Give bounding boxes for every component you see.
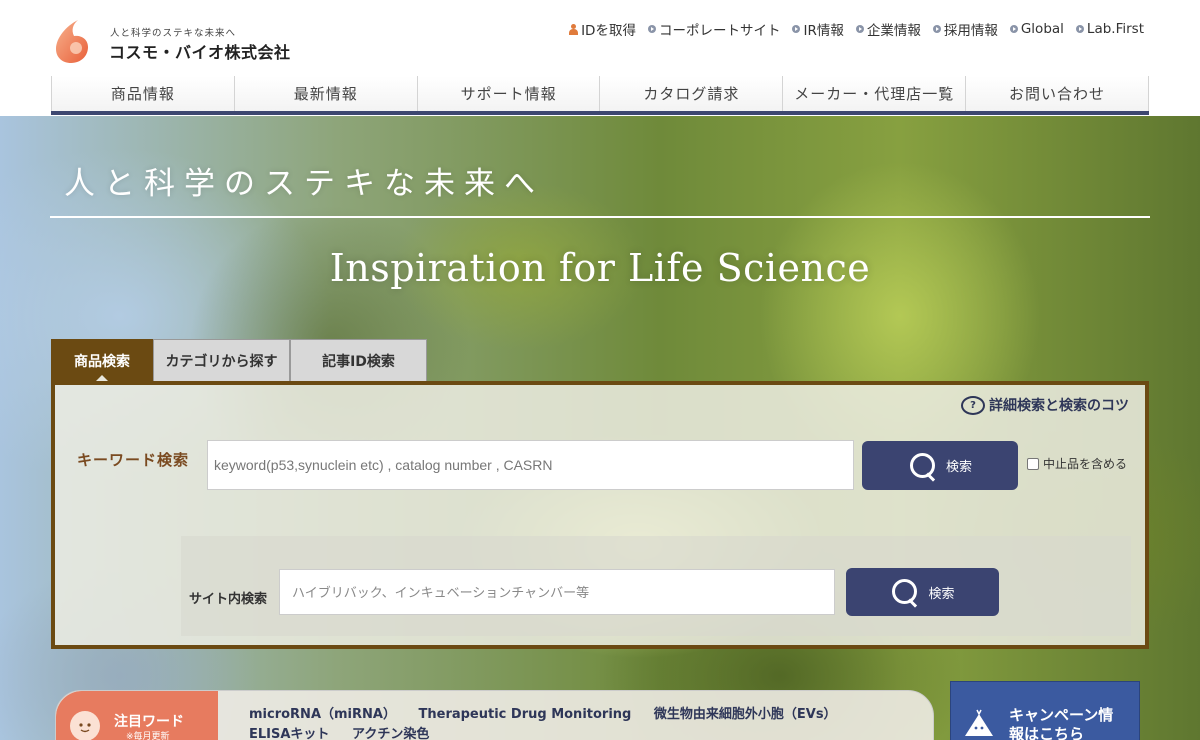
arrow-bullet-icon [647, 25, 656, 33]
hot-word-link[interactable]: 微生物由来細胞外小胞（EVs） [654, 705, 837, 725]
nav-item-contact[interactable]: お問い合わせ [965, 76, 1149, 111]
arrow-bullet-icon [1009, 25, 1018, 33]
include-discontinued-checkbox[interactable]: 中止品を含める [1027, 455, 1127, 472]
hot-word-link[interactable]: microRNA（miRNA） [249, 705, 396, 725]
campaign-banner[interactable]: キャンペーン情 報はこちら [950, 681, 1140, 740]
hot-words-title: 注目ワード [114, 714, 184, 730]
campaign-label: キャンペーン情 報はこちら [1009, 706, 1113, 740]
util-link-corporate[interactable]: コーポレートサイト [647, 19, 781, 39]
company-name: コスモ・バイオ株式会社 [109, 43, 291, 62]
util-link-get-id[interactable]: IDを取得 [569, 19, 636, 39]
site-search-input[interactable] [279, 569, 835, 615]
util-link-labfirst[interactable]: Lab.First [1075, 19, 1144, 39]
util-link-ir[interactable]: IR情報 [792, 19, 844, 39]
site-search-button-label: 検索 [928, 586, 955, 602]
hot-word-link[interactable]: ELISAキット [249, 725, 329, 740]
site-search-label: サイト内検索 [189, 592, 268, 607]
search-icon [908, 451, 938, 481]
nav-item-products[interactable]: 商品情報 [51, 76, 234, 111]
hot-word-link[interactable]: Therapeutic Drug Monitoring [419, 705, 632, 725]
logo-mark-icon [56, 20, 88, 63]
hero-tagline: 人と科学のステキな未来へ [64, 166, 544, 202]
hero-title: Inspiration for Life Science [329, 246, 871, 290]
search-tips-link[interactable]: ? 詳細検索と検索のコツ [961, 395, 1129, 415]
hot-words-badge: 注目ワード ※毎月更新 [56, 691, 218, 740]
keyword-search-button-label: 検索 [945, 460, 972, 475]
search-tabs: 商品検索 カテゴリから探す 記事ID検索 [51, 339, 427, 382]
campaign-label-line: キャンペーン情 [1009, 706, 1114, 724]
arrow-bullet-icon [792, 25, 801, 33]
nav-item-catalog[interactable]: カタログ請求 [599, 76, 783, 111]
hot-words-list: microRNA（miRNA） Therapeutic Drug Monitor… [249, 705, 929, 740]
campaign-label-line: 報はこちら [1009, 725, 1085, 740]
arrow-bullet-icon [855, 25, 864, 33]
search-panel: ? 詳細検索と検索のコツ キーワード検索 検索 中止品を含める サイト内検索 検… [51, 381, 1149, 649]
hero-banner: 人と科学のステキな未来へ Inspiration for Life Scienc… [0, 116, 1200, 740]
keyword-search-input[interactable] [207, 440, 854, 490]
help-icon: ? [961, 395, 985, 415]
include-discontinued-label: 中止品を含める [1043, 457, 1128, 471]
site-search-button[interactable]: 検索 [846, 568, 999, 616]
util-link-label: コーポレートサイト [658, 23, 781, 39]
util-link-label: 採用情報 [943, 23, 998, 39]
util-link-company[interactable]: 企業情報 [855, 19, 921, 39]
mascot-face-icon [70, 711, 100, 740]
hero-divider [50, 216, 1150, 218]
person-icon [569, 23, 579, 35]
util-link-label: IDを取得 [581, 23, 636, 39]
hot-word-link[interactable]: アクチン染色 [352, 725, 429, 740]
tab-product-search[interactable]: 商品検索 [51, 339, 153, 382]
tab-article-id-search[interactable]: 記事ID検索 [290, 339, 427, 381]
campaign-mascot-icon [965, 709, 993, 736]
logo-tagline: 人と科学のステキな未来へ [110, 28, 237, 39]
hot-words-subtitle: ※毎月更新 [126, 732, 170, 740]
search-tips-label: 詳細検索と検索のコツ [989, 398, 1129, 414]
nav-item-news[interactable]: 最新情報 [233, 76, 417, 111]
util-link-recruit[interactable]: 採用情報 [932, 19, 998, 39]
search-icon [890, 577, 920, 607]
arrow-bullet-icon [932, 25, 941, 33]
arrow-bullet-icon [1075, 25, 1084, 33]
hot-words-bar: 注目ワード ※毎月更新 microRNA（miRNA） Therapeutic … [55, 690, 934, 740]
checkbox-box[interactable] [1027, 457, 1039, 470]
nav-item-support[interactable]: サポート情報 [416, 76, 600, 111]
site-header: 人と科学のステキな未来へ コスモ・バイオ株式会社 IDを取得 コーポレートサイト… [0, 0, 1200, 116]
util-link-label: Lab.First [1086, 21, 1144, 37]
tab-category-search[interactable]: カテゴリから探す [153, 339, 290, 381]
nav-item-makers[interactable]: メーカー・代理店一覧 [782, 76, 966, 111]
utility-nav: IDを取得 コーポレートサイト IR情報 企業情報 採用情報 Global La… [557, 19, 1144, 39]
main-nav: 商品情報 最新情報 サポート情報 カタログ請求 メーカー・代理店一覧 お問い合わ… [51, 76, 1149, 115]
util-link-global[interactable]: Global [1009, 19, 1064, 39]
util-link-label: Global [1020, 21, 1064, 37]
logo[interactable]: 人と科学のステキな未来へ コスモ・バイオ株式会社 [52, 18, 292, 68]
keyword-search-button[interactable]: 検索 [862, 441, 1018, 490]
util-link-label: 企業情報 [866, 23, 921, 39]
keyword-search-label: キーワード検索 [77, 451, 190, 469]
util-link-label: IR情報 [803, 23, 844, 39]
